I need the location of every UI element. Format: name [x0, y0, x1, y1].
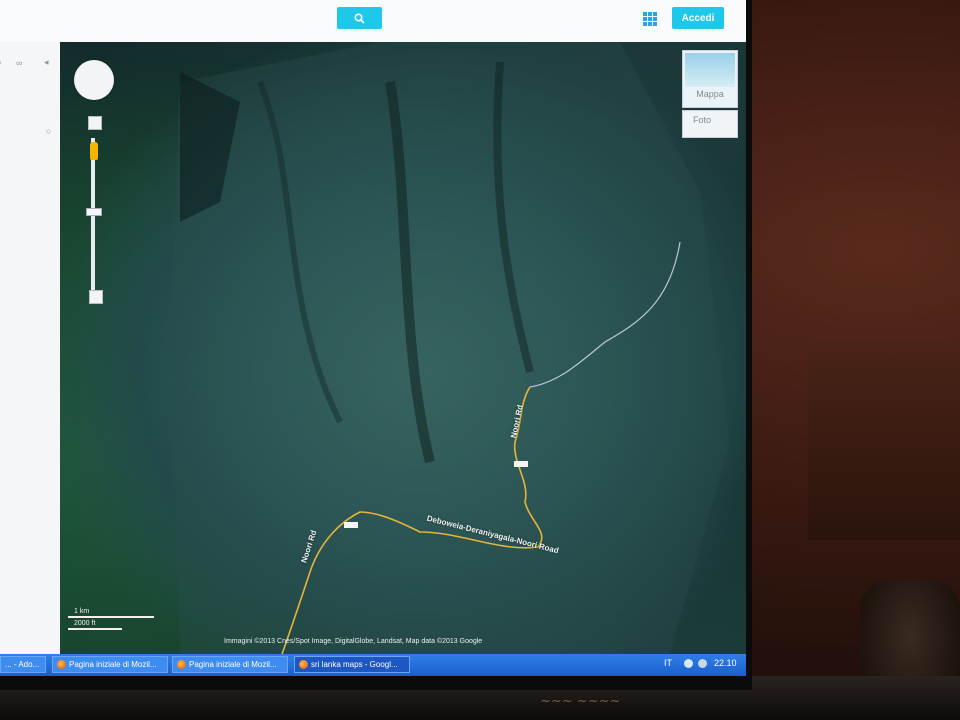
screen: Accedi • ∞ ◂ ○ Mappa Foto Deboweia- — [0, 0, 746, 676]
clock: 22.10 — [714, 658, 737, 668]
search-icon — [354, 12, 365, 24]
network-icon[interactable] — [684, 659, 693, 668]
firefox-icon — [299, 660, 308, 669]
language-indicator[interactable]: IT — [664, 658, 672, 668]
panel-info-icon[interactable]: ○ — [46, 126, 51, 136]
road-shield-icon — [344, 522, 358, 528]
taskbar-item[interactable]: Pagina iniziale di Mozil... — [172, 656, 288, 673]
search-button[interactable] — [337, 7, 382, 29]
scale-km-bar — [68, 616, 154, 618]
map-terrain-overlay — [170, 42, 730, 654]
taskbar-item[interactable]: Pagina iniziale di Mozil... — [52, 656, 168, 673]
scale-ft-label: 2000 ft — [74, 620, 96, 627]
left-panel: • ∞ ◂ ○ — [0, 42, 60, 654]
map-type-thumbnail — [685, 53, 735, 87]
zoom-slider-handle[interactable] — [86, 208, 102, 216]
desk-note-2: ~~~ ~~~~ — [540, 694, 621, 709]
signin-button[interactable]: Accedi — [672, 7, 724, 29]
zoom-in-button[interactable] — [88, 116, 102, 130]
taskbar-item-label: sri lanka maps - Googl... — [311, 660, 398, 669]
panel-collapse-icon[interactable]: ◂ — [44, 57, 49, 68]
map-type-button[interactable]: Mappa — [682, 50, 738, 108]
scale-ft-bar — [68, 628, 122, 630]
top-bar: Accedi — [0, 0, 746, 42]
apps-grid-icon[interactable] — [643, 12, 657, 26]
photo-label: Foto — [693, 115, 712, 125]
map-attribution: Immagini ©2013 Cnes/Spot Image, DigitalG… — [224, 638, 483, 645]
road-shield-icon — [514, 461, 528, 467]
taskbar-item-label: Pagina iniziale di Mozil... — [189, 660, 277, 669]
taskbar-item-label: ... - Ado... — [5, 660, 40, 669]
firefox-icon — [177, 660, 186, 669]
scale-km-label: 1 km — [74, 608, 90, 615]
pegman-icon[interactable] — [90, 142, 98, 160]
panel-link-icon[interactable]: ∞ — [16, 58, 22, 68]
taskbar-item-label: Pagina iniziale di Mozil... — [69, 660, 157, 669]
scale-bar: 1 km 2000 ft — [68, 608, 158, 630]
taskbar: ... - Ado... Pagina iniziale di Mozil...… — [0, 654, 746, 676]
zoom-slider-track[interactable] — [91, 138, 95, 298]
map-type-label: Mappa — [696, 89, 724, 99]
panel-chevron-icon[interactable]: • — [0, 58, 1, 68]
satellite-map[interactable]: Mappa Foto Deboweia-Deraniyagala-Noori R… — [60, 42, 746, 654]
background-shelf — [808, 340, 960, 540]
firefox-icon — [57, 660, 66, 669]
taskbar-item[interactable]: ... - Ado... — [0, 656, 46, 673]
zoom-out-button[interactable] — [89, 290, 103, 304]
taskbar-item[interactable]: sri lanka maps - Googl... — [294, 656, 410, 673]
volume-icon[interactable] — [698, 659, 707, 668]
pan-control[interactable] — [74, 60, 114, 100]
photo-button[interactable]: Foto — [682, 110, 738, 138]
